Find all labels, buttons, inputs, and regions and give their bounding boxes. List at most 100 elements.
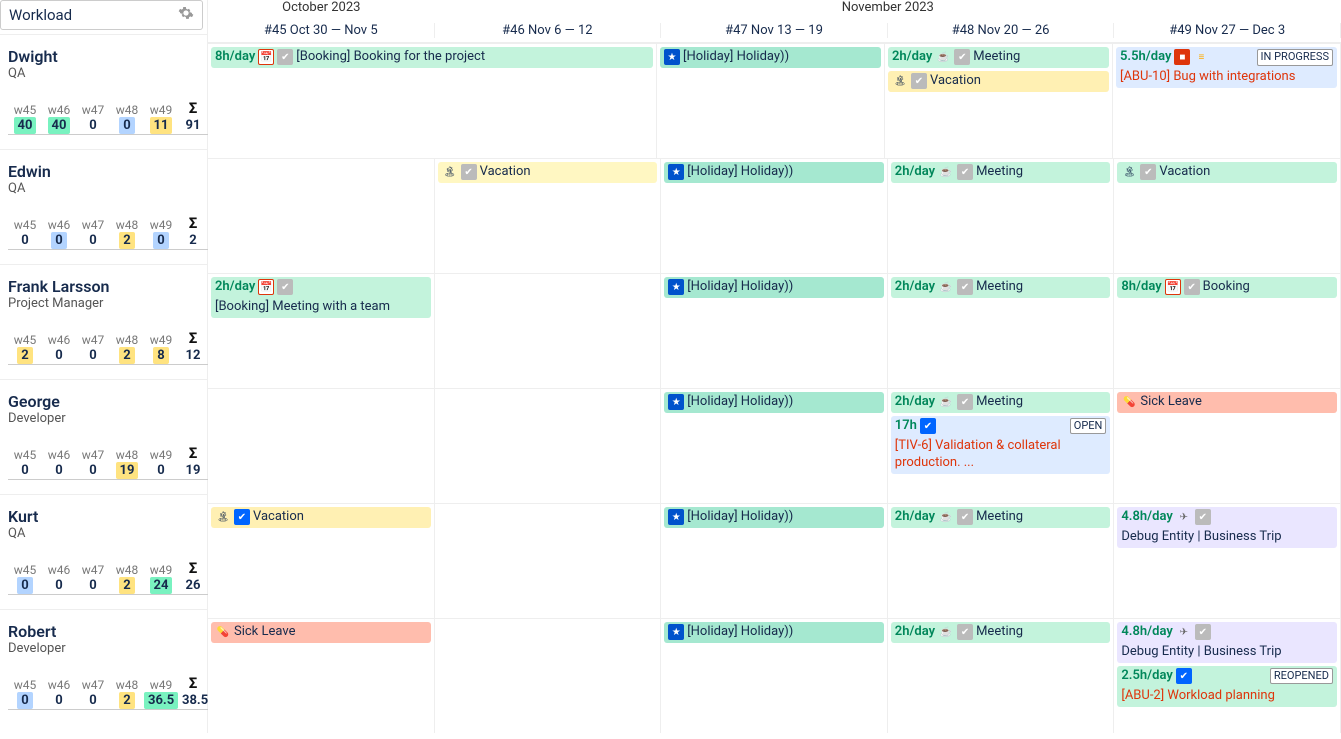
week-stat-label: w49: [144, 333, 178, 347]
checkb-icon: ✔: [234, 509, 250, 525]
task-card[interactable]: ★[Holiday] Holiday)): [664, 162, 884, 183]
week-stat: w48 2: [110, 218, 144, 249]
block-icon: ■: [1174, 49, 1190, 65]
check-icon: ✔: [911, 73, 927, 89]
week-cell[interactable]: 🏝✔Vacation: [435, 159, 662, 273]
person-name: Dwight: [8, 47, 199, 66]
week-cell[interactable]: 🏝✔Vacation: [208, 504, 435, 618]
week-stat-total-value: 26: [182, 577, 205, 594]
task-card[interactable]: 2h/day☕✔Meeting: [891, 277, 1111, 298]
person-cell[interactable]: Frank Larsson Project Manager w45 2 w46 …: [0, 264, 207, 379]
task-card[interactable]: ★[Holiday] Holiday)): [664, 622, 884, 643]
week-stat-value: 36.5: [144, 692, 178, 709]
task-card[interactable]: 4.8h/day✈✔Debug Entity | Business Trip: [1117, 622, 1337, 663]
card-title: Vacation: [1159, 164, 1210, 181]
week-cell[interactable]: 5.5h/day■≡IN PROGRESS[ABU-10] Bug with i…: [1113, 44, 1341, 158]
week-header[interactable]: #47 Nov 13 — 19: [661, 23, 888, 38]
check-icon: ✔: [957, 279, 973, 295]
week-cell[interactable]: ★[Holiday] Holiday)): [661, 159, 888, 273]
task-card[interactable]: 17h✔OPEN[TIV-6] Validation & collateral …: [891, 416, 1111, 474]
person-cell[interactable]: Kurt QA w45 0 w46 0 w47 0 w48 2 w49 24 Σ: [0, 494, 207, 609]
week-header[interactable]: #45 Oct 30 — Nov 5: [208, 23, 435, 38]
card-hours: 2.5h/day: [1121, 668, 1172, 685]
week-cell[interactable]: 2h/day📅✔[Booking] Meeting with a team: [208, 274, 435, 388]
task-card[interactable]: 💊Sick Leave: [1117, 392, 1337, 413]
week-stat: w48 2: [110, 563, 144, 594]
gear-icon[interactable]: [178, 5, 194, 25]
week-header[interactable]: #49 Nov 27 — Dec 3: [1114, 23, 1341, 38]
week-cell[interactable]: 4.8h/day✈✔Debug Entity | Business Trip2.…: [1114, 619, 1341, 733]
check-icon: ✔: [461, 164, 477, 180]
task-card[interactable]: ★[Holiday] Holiday)): [660, 47, 881, 68]
task-card[interactable]: 💊Sick Leave: [211, 622, 431, 643]
week-cell[interactable]: ★[Holiday] Holiday)): [661, 619, 888, 733]
task-card[interactable]: 2h/day☕✔Meeting: [891, 162, 1111, 183]
week-cell[interactable]: 2h/day☕✔Meeting: [888, 504, 1115, 618]
week-stat-label: w46: [42, 448, 76, 462]
task-card[interactable]: 🏝✔Vacation: [211, 507, 431, 528]
task-card[interactable]: 2h/day📅✔[Booking] Meeting with a team: [211, 277, 431, 318]
task-card[interactable]: ★[Holiday] Holiday)): [664, 277, 884, 298]
week-cell[interactable]: 2h/day☕✔Meeting: [888, 619, 1115, 733]
task-card[interactable]: 4.8h/day✈✔Debug Entity | Business Trip: [1117, 507, 1337, 548]
coffee-icon: ☕: [938, 509, 954, 525]
week-stat-value: 0: [119, 117, 134, 134]
check-icon: ✔: [1195, 509, 1211, 525]
week-stat-label: w48: [110, 218, 144, 232]
week-cell[interactable]: ★[Holiday] Holiday)): [657, 44, 885, 158]
task-card[interactable]: 2h/day☕✔Meeting: [888, 47, 1109, 68]
week-header[interactable]: #48 Nov 20 — 26: [888, 23, 1115, 38]
task-card[interactable]: ★[Holiday] Holiday)): [664, 507, 884, 528]
task-card[interactable]: 2.5h/day✔REOPENED[ABU-2] Workload planni…: [1117, 666, 1337, 707]
week-cell[interactable]: ★[Holiday] Holiday)): [661, 389, 888, 503]
task-card[interactable]: 8h/day📅✔[Booking] Booking for the projec…: [211, 47, 653, 68]
week-cell[interactable]: 4.8h/day✈✔Debug Entity | Business Trip: [1114, 504, 1341, 618]
person-cell[interactable]: Dwight QA w45 40 w46 40 w47 0 w48 0 w49 …: [0, 34, 207, 149]
week-cell[interactable]: 🏝✔Vacation: [1114, 159, 1341, 273]
week-cell[interactable]: 2h/day☕✔Meeting: [888, 274, 1115, 388]
week-stat: w45 0: [8, 448, 42, 479]
card-status-badge: REOPENED: [1270, 668, 1333, 684]
card-title: [Holiday] Holiday)): [687, 624, 793, 641]
person-cell[interactable]: Robert Developer w45 0 w46 0 w47 0 w48 2…: [0, 609, 207, 724]
week-cell[interactable]: ★[Holiday] Holiday)): [661, 274, 888, 388]
week-cell[interactable]: 💊Sick Leave: [208, 619, 435, 733]
card-hours: 4.8h/day: [1121, 624, 1172, 641]
task-card[interactable]: 🏝✔Vacation: [438, 162, 658, 183]
person-role: QA: [8, 66, 199, 81]
task-card[interactable]: 🏝✔Vacation: [1117, 162, 1337, 183]
week-cell[interactable]: 2h/day☕✔Meeting 17h✔OPEN[TIV-6] Validatio…: [888, 389, 1115, 503]
week-cell[interactable]: [208, 159, 435, 273]
task-card[interactable]: 🏝✔Vacation: [888, 71, 1109, 92]
task-card[interactable]: 2h/day☕✔Meeting: [891, 507, 1111, 528]
week-cell[interactable]: [435, 619, 662, 733]
person-timeline-row: 8h/day📅✔[Booking] Booking for the projec…: [208, 43, 1341, 158]
week-cell[interactable]: [435, 274, 662, 388]
task-card[interactable]: ★[Holiday] Holiday)): [664, 392, 884, 413]
week-cell[interactable]: [435, 504, 662, 618]
week-stat: w49 8: [144, 333, 178, 364]
task-card[interactable]: 8h/day📅✔Booking: [1117, 277, 1337, 298]
week-stat-value: 0: [17, 232, 32, 249]
week-cell[interactable]: [208, 389, 435, 503]
week-header[interactable]: #46 Nov 6 — 12: [435, 23, 662, 38]
card-title: Sick Leave: [1140, 394, 1201, 411]
week-cell[interactable]: 2h/day☕✔Meeting 🏝✔Vacation: [885, 44, 1113, 158]
task-card[interactable]: 2h/day☕✔Meeting: [891, 392, 1111, 413]
week-cell[interactable]: 8h/day📅✔Booking: [1114, 274, 1341, 388]
person-cell[interactable]: Edwin QA w45 0 w46 0 w47 0 w48 2 w49 0 Σ: [0, 149, 207, 264]
week-stat: w45 40: [8, 103, 42, 134]
week-cell[interactable]: ★[Holiday] Holiday)): [661, 504, 888, 618]
task-card[interactable]: 2h/day☕✔Meeting: [891, 622, 1111, 643]
card-title: Meeting: [976, 164, 1023, 181]
task-card[interactable]: 5.5h/day■≡IN PROGRESS[ABU-10] Bug with i…: [1116, 47, 1337, 88]
week-cell[interactable]: 2h/day☕✔Meeting: [888, 159, 1115, 273]
card-hours: 2h/day: [895, 279, 935, 296]
card-status-badge: IN PROGRESS: [1257, 49, 1333, 65]
week-cell[interactable]: 💊Sick Leave: [1114, 389, 1341, 503]
week-cell[interactable]: 8h/day📅✔[Booking] Booking for the projec…: [208, 44, 657, 158]
person-cell[interactable]: George Developer w45 0 w46 0 w47 0 w48 1…: [0, 379, 207, 494]
week-stat-value: 19: [116, 462, 139, 479]
week-stat: w46 0: [42, 678, 76, 709]
week-cell[interactable]: [435, 389, 662, 503]
